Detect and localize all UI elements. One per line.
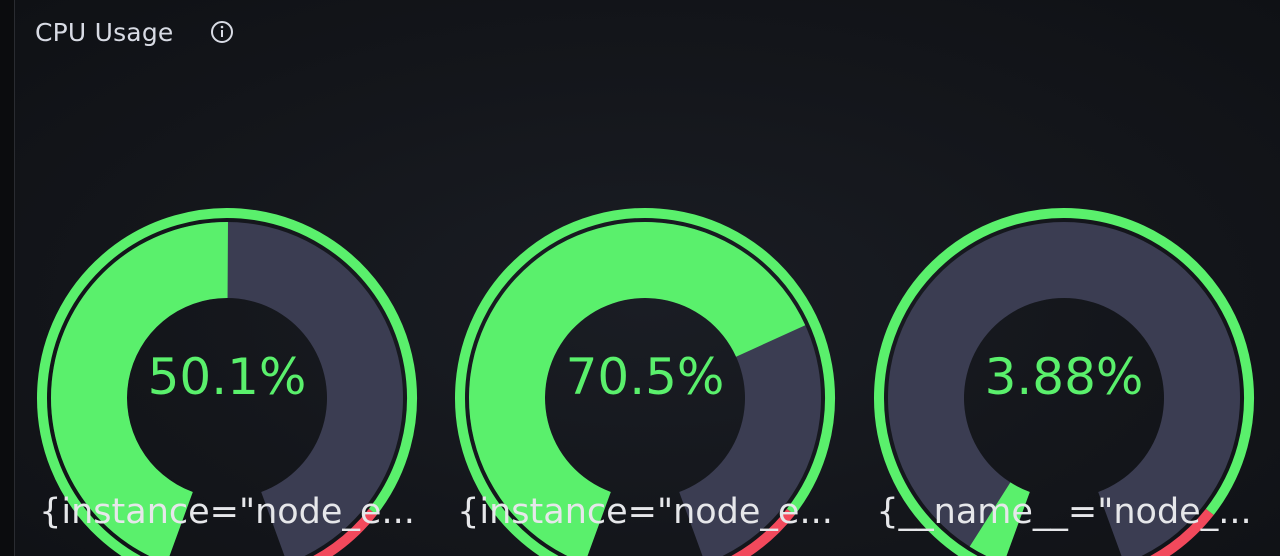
- cpu-usage-panel: CPU Usage 50.1% 70.5% 3.88% {instance="nod…: [14, 0, 1280, 556]
- gauges-container: 50.1% 70.5% 3.88% {instance="node_e... {in…: [15, 0, 1280, 556]
- gauge-legend-1: {instance="node_e...: [39, 492, 415, 532]
- gauge-3-value: 3.88%: [985, 348, 1144, 406]
- gauges-svg: 50.1% 70.5% 3.88%: [37, 208, 1255, 556]
- gauge-legend-3: {__name__="node_...: [876, 492, 1252, 532]
- gauge-1-value: 50.1%: [148, 348, 307, 406]
- gauge-2-value: 70.5%: [566, 348, 725, 406]
- gauge-legend-2: {instance="node_e...: [457, 492, 833, 532]
